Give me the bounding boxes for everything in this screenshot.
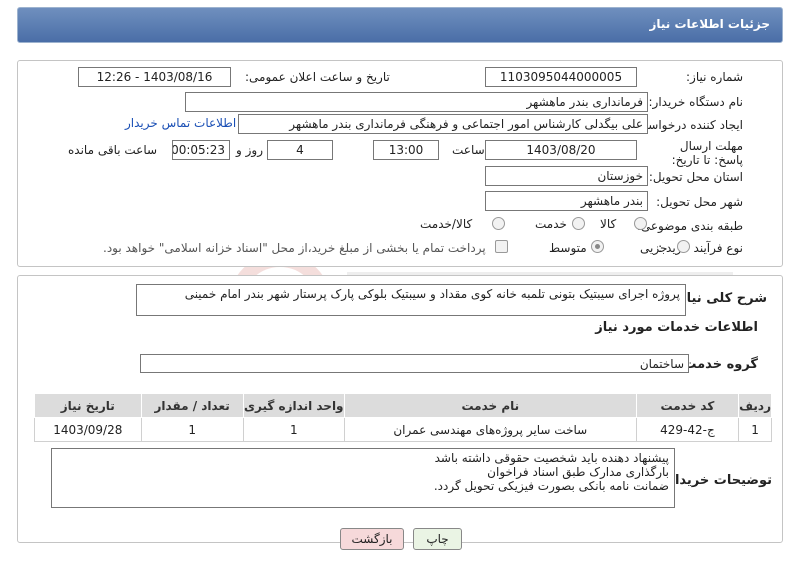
need-number-field[interactable]: 1103095044000005 xyxy=(485,67,637,87)
col-date: تاریخ نیاز xyxy=(34,393,142,418)
process-medium-radio[interactable] xyxy=(591,240,604,253)
summary-label: شرح کلی نیاز: xyxy=(673,291,767,306)
payment-note: پرداخت تمام یا بخشی از مبلغ خرید،از محل … xyxy=(103,241,486,255)
cell-row: 1 xyxy=(738,417,772,442)
payment-checkbox[interactable] xyxy=(495,240,508,253)
process-minor-radio[interactable] xyxy=(677,240,690,253)
table-row: 1 ج-42-429 ساخت سایر پروژه‌های مهندسی عم… xyxy=(34,417,772,442)
category-goods-radio[interactable] xyxy=(634,217,647,230)
buyer-notes-label: توضیحات خریدار: xyxy=(662,473,772,488)
deadline-label: مهلت ارسال پاسخ: تا تاریخ: xyxy=(671,139,743,167)
service-group-label: گروه خدمت: xyxy=(678,357,758,372)
creator-label: ایجاد کننده درخواست: xyxy=(632,118,743,132)
city-label: شهر محل تحویل: xyxy=(656,195,743,209)
summary-field[interactable]: پروژه اجرای سیبتیک بتونی تلمبه خانه کوی … xyxy=(136,284,686,316)
category-service-label: خدمت xyxy=(535,217,567,231)
header-panel: جزئیات اطلاعات نیاز xyxy=(17,7,783,43)
deadline-date-field[interactable]: 1403/08/20 xyxy=(485,140,637,160)
province-field[interactable]: خوزستان xyxy=(485,166,648,186)
service-group-field[interactable]: ساختمان xyxy=(140,354,689,373)
province-label: استان محل تحویل: xyxy=(648,170,743,184)
cell-date: 1403/09/28 xyxy=(34,417,142,442)
days-label: روز و xyxy=(236,143,263,157)
table-header-row: ردیف کد خدمت نام خدمت واحد اندازه گیری ت… xyxy=(34,393,772,418)
note-line: ضمانت نامه بانکی بصورت فیزیکی تحویل گردد… xyxy=(433,479,669,493)
days-field[interactable]: 4 xyxy=(267,140,333,160)
cell-unit: 1 xyxy=(242,417,345,442)
announce-label: تاریخ و ساعت اعلان عمومی: xyxy=(245,70,390,84)
services-table: ردیف کد خدمت نام خدمت واحد اندازه گیری ت… xyxy=(34,393,772,442)
remaining-label: ساعت باقی مانده xyxy=(68,143,158,157)
time-label: ساعت xyxy=(452,143,485,157)
col-qty: تعداد / مقدار xyxy=(140,393,244,418)
buyer-org-field[interactable]: فرمانداری بندر ماهشهر xyxy=(185,92,648,112)
cell-qty: 1 xyxy=(140,417,244,442)
note-line: بارگذاری مدارک طبق اسناد فراخوان xyxy=(487,465,669,479)
announce-field[interactable]: 1403/08/16 - 12:26 xyxy=(78,67,231,87)
category-label: طبقه بندی موضوعی: xyxy=(636,219,743,233)
buyer-notes-field[interactable]: پیشنهاد دهنده باید شخصیت حقوقی داشته باش… xyxy=(51,448,675,508)
cell-name: ساخت سایر پروژه‌های مهندسی عمران xyxy=(343,417,637,442)
category-both-label: کالا/خدمت xyxy=(420,217,473,231)
creator-field[interactable]: علی بیگدلی کارشناس امور اجتماعی و فرهنگی… xyxy=(238,114,648,134)
city-field[interactable]: بندر ماهشهر xyxy=(485,191,648,211)
category-service-radio[interactable] xyxy=(572,217,585,230)
back-button[interactable]: بازگشت xyxy=(340,528,404,550)
process-label: نوع فرآیند خرید : xyxy=(658,241,743,255)
print-button[interactable]: چاپ xyxy=(413,528,462,550)
page-title: جزئیات اطلاعات نیاز xyxy=(649,17,770,31)
deadline-time-field[interactable]: 13:00 xyxy=(373,140,439,160)
buyer-contact-link[interactable]: اطلاعات تماس خریدار xyxy=(125,116,236,130)
col-unit: واحد اندازه گیری xyxy=(242,393,345,418)
note-line: پیشنهاد دهنده باید شخصیت حقوقی داشته باش… xyxy=(434,451,669,465)
process-medium-label: متوسط xyxy=(549,241,587,255)
category-both-radio[interactable] xyxy=(492,217,505,230)
cell-code: ج-42-429 xyxy=(635,417,740,442)
remaining-time-field[interactable]: 00:05:23 xyxy=(172,140,230,160)
category-goods-label: کالا xyxy=(600,217,617,231)
services-title: اطلاعات خدمات مورد نیاز xyxy=(595,320,758,335)
process-minor-label: جزیی xyxy=(640,241,668,255)
buyer-org-label: نام دستگاه خریدار: xyxy=(648,95,744,109)
col-name: نام خدمت xyxy=(343,393,637,418)
col-row: ردیف xyxy=(738,393,772,418)
need-number-label: شماره نیاز: xyxy=(686,70,743,84)
col-code: کد خدمت xyxy=(635,393,740,418)
